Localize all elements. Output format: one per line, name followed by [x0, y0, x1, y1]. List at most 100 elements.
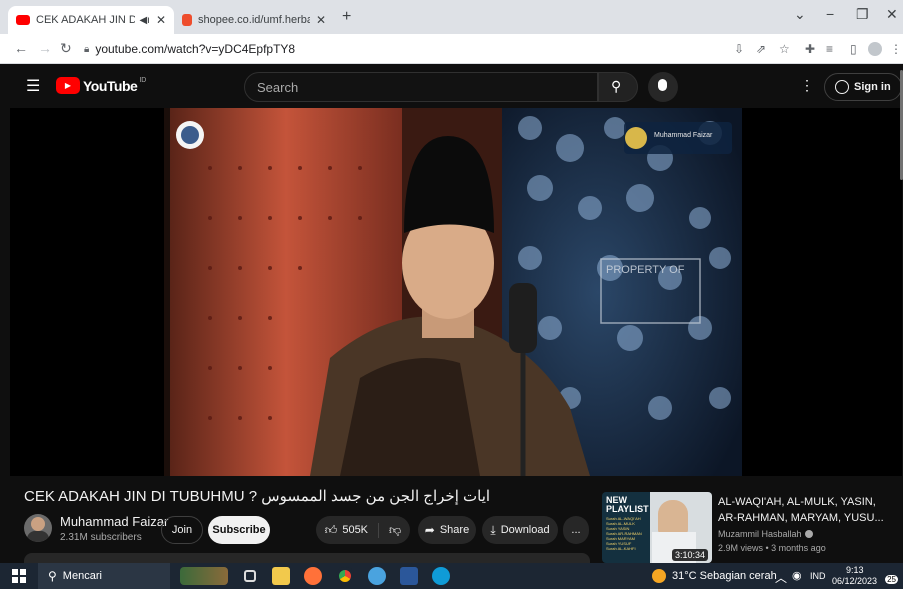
network-icon[interactable]: ◉: [792, 569, 802, 582]
clock-time[interactable]: 9:13: [846, 565, 864, 575]
tab-shopee[interactable]: shopee.co.id/umf.herbal?utm_c ✕: [174, 6, 334, 34]
mic-icon: [658, 79, 667, 91]
reload-icon[interactable]: ↻: [60, 40, 72, 57]
lock-icon: 🔒︎: [84, 43, 90, 55]
channel-name[interactable]: Muhammad Faizar: [60, 514, 168, 529]
minimize-icon[interactable]: −: [826, 6, 834, 22]
restore-icon[interactable]: ❐: [856, 6, 869, 23]
browser-menu-icon[interactable]: ⋮: [890, 42, 902, 56]
share-label: Share: [439, 524, 470, 536]
share-page-icon[interactable]: ⇗: [756, 42, 766, 56]
thumbs-up-icon: 👍︎: [324, 522, 338, 537]
widgets-icon[interactable]: [180, 567, 228, 585]
tab-search-icon[interactable]: ⌄: [794, 6, 806, 23]
side-panel-icon[interactable]: ▯: [850, 42, 857, 56]
tray-chevron-icon[interactable]: ︿: [775, 569, 787, 586]
like-dislike-group: 👍︎ 505K 👎︎: [316, 516, 410, 544]
settings-more-icon[interactable]: ⋮: [800, 77, 814, 94]
close-window-icon[interactable]: ✕: [886, 6, 898, 23]
shopee-favicon-icon: [182, 14, 192, 26]
clock-date[interactable]: 06/12/2023: [832, 576, 877, 586]
video-frame: [164, 108, 742, 476]
notification-icon[interactable]: 25: [880, 568, 898, 584]
download-icon: ⤓: [490, 522, 496, 537]
download-button[interactable]: ⤓ Download: [482, 516, 558, 544]
extensions-icon[interactable]: ✚: [805, 42, 815, 56]
audio-playing-icon[interactable]: ◀ı: [139, 15, 149, 26]
video-duration: 3:10:34: [671, 549, 708, 561]
reading-list-icon[interactable]: ≡: [826, 42, 833, 56]
weather-icon[interactable]: [652, 569, 666, 583]
bookmark-star-icon[interactable]: ☆: [779, 42, 790, 56]
profile-avatar-icon[interactable]: [868, 42, 882, 56]
more-actions-button[interactable]: ...: [563, 516, 589, 544]
share-button[interactable]: ➦ Share: [418, 516, 476, 544]
channel-logo-overlay: Muhammad Faizar: [654, 132, 713, 139]
like-count: 505K: [342, 524, 369, 536]
region-code: ID: [139, 77, 147, 84]
close-tab-icon[interactable]: ✕: [316, 13, 326, 27]
subscribe-button[interactable]: Subscribe: [208, 516, 270, 544]
browser-tab-strip: CEK ADAKAH JIN DI TUBUH ◀ı ✕ shopee.co.i…: [0, 0, 903, 34]
share-icon: ➦: [424, 523, 435, 537]
sign-in-label: Sign in: [854, 81, 891, 93]
taskbar-search[interactable]: ⚲ Mencari: [38, 563, 170, 589]
subscriber-count: 2.31M subscribers: [60, 532, 142, 543]
video-title: CEK ADAKAH JIN DI TUBUHMU ? ايات إخراج ا…: [24, 488, 491, 505]
weather-text[interactable]: 31°C Sebagian cerah: [672, 570, 777, 582]
search-button[interactable]: ⚲: [598, 72, 638, 102]
notification-count: 25: [885, 575, 898, 584]
channel-avatar[interactable]: [24, 514, 52, 542]
browser-toolbar: ← → ↻ 🔒︎ youtube.com/watch?v=yDC4EpfpTY8…: [0, 34, 903, 64]
description-box[interactable]: [24, 553, 590, 563]
verified-icon: [804, 530, 813, 538]
tab-title: CEK ADAKAH JIN DI TUBUH: [36, 14, 136, 26]
taskbar-search-placeholder: Mencari: [62, 570, 102, 582]
back-icon[interactable]: ←: [14, 40, 28, 56]
language-indicator[interactable]: IND: [810, 571, 826, 581]
word-icon[interactable]: [400, 567, 418, 585]
url-text: youtube.com/watch?v=yDC4EpfpTY8: [95, 42, 296, 56]
recommendation-thumbnail[interactable]: NEW PLAYLIST Surah AL-WAQI'AH Surah AL-M…: [602, 492, 712, 563]
install-app-icon[interactable]: ⇩: [734, 42, 744, 56]
youtube-header: ☰ ▶ YouTube ID Search ⚲ ⋮ Sign in: [0, 64, 903, 108]
address-bar[interactable]: 🔒︎ youtube.com/watch?v=yDC4EpfpTY8: [84, 38, 724, 60]
youtube-favicon-icon: [16, 15, 30, 25]
youtube-play-icon: ▶: [56, 77, 80, 94]
windows-start-icon[interactable]: [12, 569, 26, 583]
app-icon[interactable]: [368, 567, 386, 585]
voice-search-button[interactable]: [648, 72, 678, 102]
tab-title: shopee.co.id/umf.herbal?utm_c: [198, 14, 310, 26]
recommendation-channel[interactable]: Muzammil Hasballah: [718, 529, 813, 539]
search-icon: ⚲: [48, 569, 57, 583]
watermark-text: PROPERTY OF: [606, 264, 685, 276]
new-tab-button[interactable]: +: [342, 8, 351, 26]
tab-youtube[interactable]: CEK ADAKAH JIN DI TUBUH ◀ı ✕: [8, 6, 174, 34]
like-button[interactable]: 👍︎ 505K: [324, 522, 380, 538]
task-view-icon[interactable]: [244, 570, 256, 582]
youtube-logo-text: YouTube: [83, 77, 138, 94]
recommendation-channel-name: Muzammil Hasballah: [718, 529, 802, 539]
firefox-icon[interactable]: [304, 567, 322, 585]
edge-icon[interactable]: [432, 567, 450, 585]
file-explorer-icon[interactable]: [272, 567, 290, 585]
windows-taskbar: ⚲ Mencari 31°C Sebagian cerah ︿ ◉ IND 9:…: [0, 563, 903, 589]
chrome-icon[interactable]: [335, 566, 355, 586]
search-icon: ⚲: [611, 78, 622, 94]
recommendation-title[interactable]: AL-WAQI'AH, AL-MULK, YASIN, AR-RAHMAN, M…: [718, 494, 896, 526]
sign-in-button[interactable]: Sign in: [824, 73, 902, 101]
thumbnail-line: Surah AL-KAHFI: [606, 546, 636, 551]
join-button[interactable]: Join: [161, 516, 203, 544]
forward-icon[interactable]: →: [38, 40, 52, 56]
dislike-button[interactable]: 👎︎: [379, 523, 401, 538]
recommendation-meta: 2.9M views • 3 months ago: [718, 543, 826, 553]
hamburger-menu-icon[interactable]: ☰: [26, 76, 40, 96]
download-label: Download: [500, 524, 550, 536]
thumbnail-person: [658, 500, 688, 534]
thumbnail-heading: NEW PLAYLIST: [606, 495, 649, 514]
account-circle-icon: [835, 80, 849, 94]
youtube-logo[interactable]: ▶ YouTube ID: [56, 77, 146, 94]
video-player[interactable]: Muhammad Faizar PROPERTY OF: [10, 108, 902, 476]
close-tab-icon[interactable]: ✕: [156, 13, 166, 27]
search-input[interactable]: Search: [244, 72, 598, 102]
